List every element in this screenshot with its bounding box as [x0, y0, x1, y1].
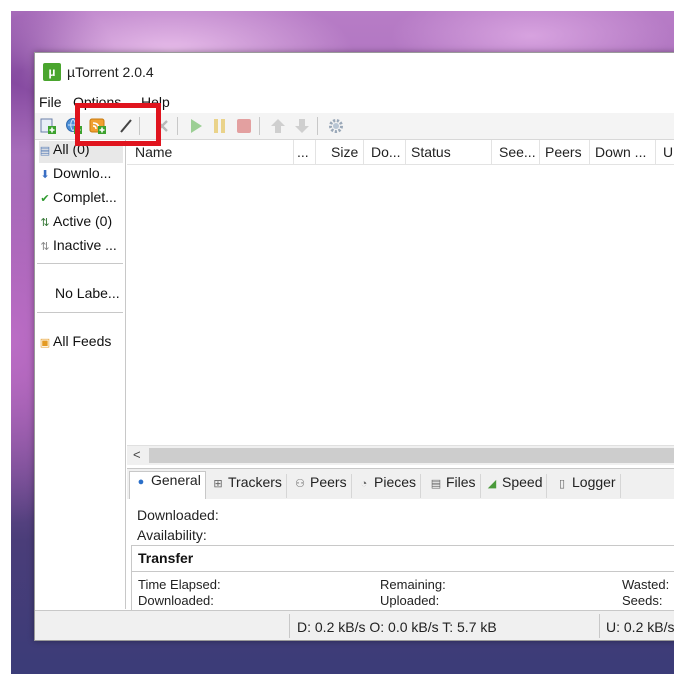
status-divider: [599, 614, 600, 638]
stop-icon[interactable]: [235, 117, 253, 135]
pause-icon[interactable]: [211, 117, 229, 135]
sidebar-item-no-label[interactable]: No Labe...: [55, 285, 123, 307]
toolbar-separator: [317, 117, 318, 135]
column-divider[interactable]: [655, 140, 656, 164]
horizontal-scrollbar[interactable]: <: [127, 445, 674, 465]
start-icon[interactable]: [187, 117, 205, 135]
utorrent-window: µ µTorrent 2.0.4 File Options Help ▤ All…: [34, 52, 674, 641]
column-done[interactable]: Do...: [371, 144, 401, 160]
move-down-icon[interactable]: [293, 117, 311, 135]
seeds-label: Seeds:: [622, 593, 663, 608]
sidebar-divider: [37, 263, 123, 264]
rss-feed-icon: ▣: [39, 337, 51, 349]
uploaded-label: Uploaded:: [380, 593, 440, 608]
time-elapsed-label: Time Elapsed:: [138, 577, 221, 592]
scroll-left-arrow-icon[interactable]: <: [133, 447, 141, 462]
tab-label: Speed: [502, 474, 543, 490]
column-seeds[interactable]: See...: [499, 144, 536, 160]
column-divider[interactable]: [293, 140, 294, 164]
tab-label: Peers: [310, 474, 347, 490]
speed-graph-icon: ◢: [487, 478, 497, 490]
download-arrow-icon: ⬇: [40, 169, 50, 181]
peers-icon: ⚇: [295, 478, 305, 490]
status-bar: D: 0.2 kB/s O: 0.0 kB/s T: 5.7 kB U: 0.2…: [35, 610, 674, 640]
inactive-arrows-icon: ⇅: [40, 241, 50, 253]
sidebar-item-label: Inactive ...: [53, 237, 117, 253]
active-arrows-icon: ⇅: [40, 217, 50, 229]
desktop-background: µ µTorrent 2.0.4 File Options Help ▤ All…: [11, 11, 674, 674]
sidebar-item-label: Complet...: [53, 189, 117, 205]
transfer-downloaded-label: Downloaded:: [138, 593, 214, 608]
sidebar-item-downloading[interactable]: ⬇ Downlo...: [39, 165, 123, 187]
column-more[interactable]: ...: [297, 144, 309, 160]
tab-label: General: [151, 472, 201, 488]
upload-status-text: U: 0.2 kB/s: [606, 619, 674, 635]
column-divider[interactable]: [539, 140, 540, 164]
status-divider: [289, 614, 290, 638]
column-divider[interactable]: [405, 140, 406, 164]
availability-label: Availability:: [137, 527, 207, 543]
files-icon: ▤: [430, 478, 442, 490]
tab-peers[interactable]: ⚇ Peers: [293, 474, 352, 498]
tab-label: Trackers: [228, 474, 282, 490]
logger-icon: ▯: [558, 478, 566, 490]
trackers-icon: ⊞: [213, 478, 223, 490]
column-status[interactable]: Status: [411, 144, 451, 160]
utorrent-logo-icon: µ: [43, 63, 61, 81]
column-down-speed[interactable]: Down ...: [595, 144, 646, 160]
remaining-label: Remaining:: [380, 577, 446, 592]
download-status-text: D: 0.2 kB/s O: 0.0 kB/s T: 5.7 kB: [297, 619, 497, 635]
transfer-group: Transfer Time Elapsed: Remaining: Wasted…: [131, 545, 674, 616]
tab-label: Pieces: [374, 474, 417, 490]
sidebar-item-completed[interactable]: ✔ Complet...: [39, 189, 123, 211]
column-up-speed[interactable]: U: [663, 144, 673, 160]
column-divider[interactable]: [491, 140, 492, 164]
add-torrent-icon[interactable]: [39, 117, 57, 135]
tab-label: Files: [446, 474, 476, 490]
move-up-icon[interactable]: [269, 117, 287, 135]
column-divider[interactable]: [315, 140, 316, 164]
sidebar-item-label: No Labe...: [55, 285, 120, 301]
downloaded-label: Downloaded:: [137, 507, 219, 523]
sidebar-item-label: All Feeds: [53, 333, 112, 349]
window-title: µTorrent 2.0.4: [67, 64, 154, 80]
transfer-divider: [132, 571, 674, 572]
column-peers[interactable]: Peers: [545, 144, 582, 160]
pieces-icon: ◔: [360, 478, 368, 490]
sidebar-item-inactive[interactable]: ⇅ Inactive ...: [39, 237, 123, 259]
toolbar-separator: [259, 117, 260, 135]
torrent-list[interactable]: Name ... Size Do... Status See... Peers …: [127, 140, 674, 467]
preferences-icon[interactable]: [327, 117, 345, 135]
tab-files[interactable]: ▤ Files: [429, 474, 481, 498]
column-name[interactable]: Name: [135, 144, 172, 160]
scrollbar-thumb[interactable]: [149, 448, 674, 463]
sidebar-item-all-feeds[interactable]: ▣ All Feeds: [39, 333, 123, 355]
category-sidebar: ▤ All (0) ⬇ Downlo... ✔ Complet... ⇅ Active …: [35, 140, 126, 609]
sidebar-item-active[interactable]: ⇅ Active (0): [39, 213, 123, 235]
title-bar[interactable]: µ µTorrent 2.0.4: [35, 53, 674, 91]
checkmark-icon: ✔: [40, 193, 50, 205]
column-divider[interactable]: [589, 140, 590, 164]
tab-general[interactable]: ● General: [129, 471, 206, 500]
menu-file[interactable]: File: [39, 94, 62, 110]
tab-trackers[interactable]: ⊞ Trackers: [211, 474, 287, 498]
sidebar-item-label: Downlo...: [53, 165, 112, 181]
toolbar-separator: [177, 117, 178, 135]
tab-logger[interactable]: ▯ Logger: [555, 474, 621, 498]
sidebar-divider: [37, 312, 123, 313]
column-divider[interactable]: [363, 140, 364, 164]
detail-tabs: ● General ⊞ Trackers ⚇ Peers ◔ Pieces ▤ Files…: [127, 468, 674, 500]
transfer-title: Transfer: [138, 550, 194, 566]
column-size[interactable]: Size: [331, 144, 358, 160]
tab-pieces[interactable]: ◔ Pieces: [357, 474, 422, 498]
general-details-panel: Downloaded: Availability: Transfer Time …: [127, 499, 674, 616]
sidebar-item-label: Active (0): [53, 213, 113, 229]
wasted-label: Wasted:: [622, 577, 670, 592]
tab-label: Logger: [572, 474, 616, 490]
torrent-file-icon: ▤: [39, 145, 51, 157]
options-highlight-box: [75, 103, 161, 146]
tab-speed[interactable]: ◢ Speed: [485, 474, 548, 498]
info-icon: ●: [137, 476, 145, 488]
list-header: Name ... Size Do... Status See... Peers …: [127, 140, 674, 165]
